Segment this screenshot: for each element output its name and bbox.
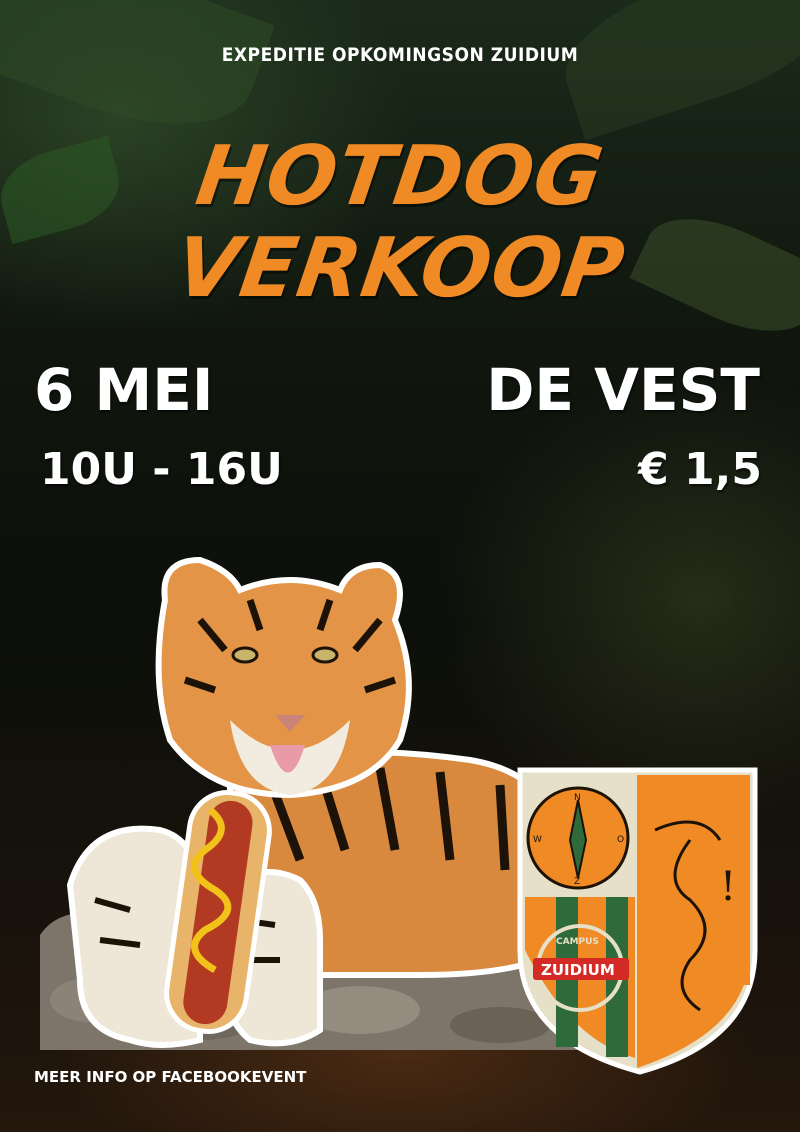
footer-more-info: MEER INFO OP FACEBOOKEVENT <box>34 1068 307 1086</box>
logo-text-layer: N W O Z CAMPUS ZUIDIUM <box>533 793 624 979</box>
poster: EXPEDITIE OPKOMINGSON ZUIDIUM HOTDOG VER… <box>0 0 800 1132</box>
badge-small-text: CAMPUS <box>556 937 599 947</box>
compass-west-label: W <box>533 835 542 845</box>
compass-east-label: O <box>617 835 624 845</box>
compass-south-label: Z <box>574 877 580 887</box>
compass-north-label: N <box>574 793 581 803</box>
badge-zuidium-text: ZUIDIUM <box>541 961 615 979</box>
